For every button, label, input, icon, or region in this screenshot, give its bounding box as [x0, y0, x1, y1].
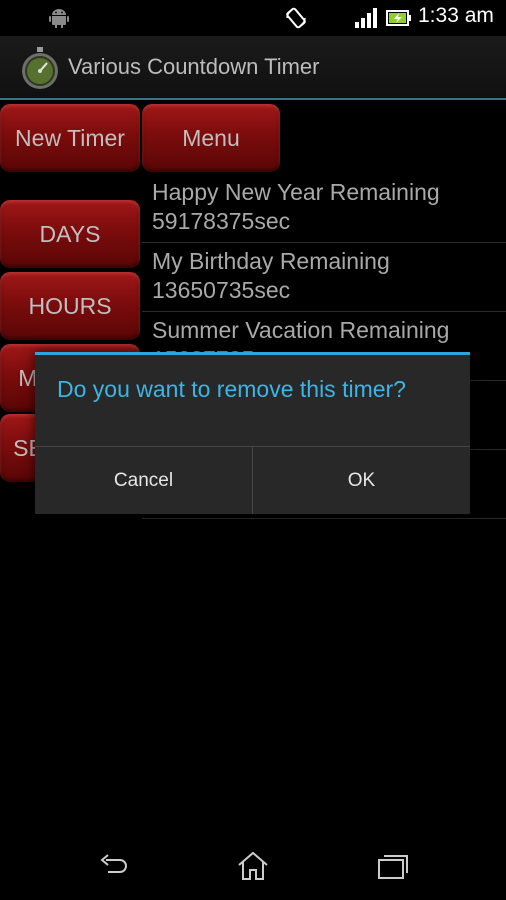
- cancel-button[interactable]: Cancel: [35, 447, 252, 514]
- days-button[interactable]: DAYS: [0, 200, 140, 268]
- hours-button[interactable]: HOURS: [0, 272, 140, 340]
- remove-timer-dialog: Do you want to remove this timer? Cancel…: [35, 352, 470, 514]
- home-icon[interactable]: [236, 850, 270, 882]
- signal-strength-icon: [355, 8, 377, 28]
- dialog-message: Do you want to remove this timer?: [57, 376, 406, 402]
- battery-charging-icon: [386, 10, 411, 26]
- timer-name: Summer Vacation Remaining: [152, 317, 450, 343]
- new-timer-button[interactable]: New Timer: [0, 104, 140, 172]
- status-clock: 1:33 am: [418, 4, 494, 27]
- screen-rotation-icon: [286, 7, 306, 29]
- timer-value: 13650735sec: [152, 277, 291, 303]
- action-bar: Various Countdown Timer: [0, 36, 506, 100]
- app-title: Various Countdown Timer: [68, 54, 320, 79]
- menu-button[interactable]: Menu: [142, 104, 280, 172]
- timer-value: 59178375sec: [152, 208, 291, 234]
- back-icon[interactable]: [96, 850, 130, 882]
- status-bar: 1:33 am: [0, 0, 506, 36]
- timer-row[interactable]: Happy New Year Remaining 59178375sec: [142, 174, 506, 243]
- navigation-bar: [0, 832, 506, 900]
- recent-apps-icon[interactable]: [376, 850, 410, 882]
- timer-name: Happy New Year Remaining: [152, 179, 440, 205]
- timer-name: My Birthday Remaining: [152, 248, 390, 274]
- dialog-buttons: Cancel OK: [35, 446, 470, 514]
- timer-row[interactable]: My Birthday Remaining 13650735sec: [142, 243, 506, 312]
- ok-button[interactable]: OK: [252, 447, 470, 514]
- android-icon: [49, 9, 69, 28]
- stopwatch-icon: [22, 47, 58, 89]
